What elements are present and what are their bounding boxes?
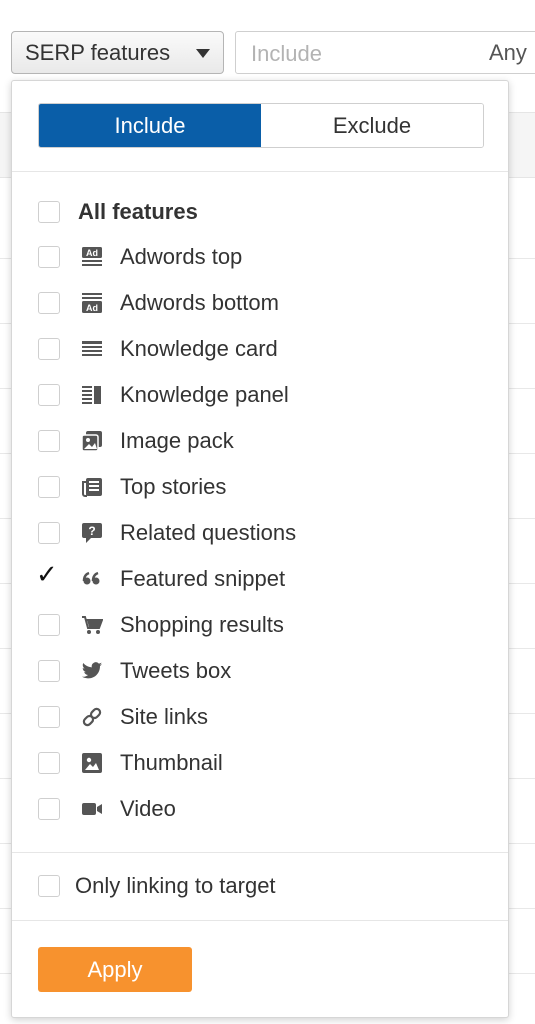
feature-label: Top stories (120, 474, 227, 499)
feature-label: Image pack (120, 428, 234, 453)
feature-option-adwords-top[interactable]: Ad Adwords top (38, 237, 242, 277)
feature-checkbox[interactable] (38, 338, 60, 360)
all-features-option[interactable]: All features (38, 192, 198, 232)
feature-checkbox[interactable] (38, 292, 60, 314)
knowledge-panel-icon (79, 382, 105, 408)
feature-option-thumbnail[interactable]: Thumbnail (38, 743, 223, 783)
feature-checkbox[interactable] (38, 476, 60, 498)
feature-checkbox[interactable] (38, 246, 60, 268)
include-exclude-toggle: Include Exclude (38, 103, 484, 148)
ad-bottom-icon: Ad (79, 290, 105, 316)
feature-checkbox[interactable] (38, 522, 60, 544)
feature-option-knowledge-panel[interactable]: Knowledge panel (38, 375, 289, 415)
video-camera-icon (79, 796, 105, 822)
serp-features-label: SERP features (25, 39, 171, 65)
serp-features-dropdown-button[interactable]: SERP features (11, 31, 224, 74)
quote-icon (79, 566, 105, 592)
feature-label: Thumbnail (120, 750, 223, 775)
question-bubble-icon: ? (79, 520, 105, 546)
svg-text:Ad: Ad (86, 303, 98, 313)
svg-text:Ad: Ad (86, 248, 98, 258)
feature-option-site-links[interactable]: Site links (38, 697, 208, 737)
feature-checkbox[interactable] (38, 706, 60, 728)
feature-label: Video (120, 796, 176, 821)
twitter-bird-icon (79, 658, 105, 684)
image-pack-icon (79, 428, 105, 454)
feature-label: Related questions (120, 520, 297, 545)
checkmark-icon: ✓ (36, 560, 58, 590)
feature-checkbox[interactable] (38, 614, 60, 636)
ad-top-icon: Ad (79, 244, 105, 270)
newspaper-icon (79, 474, 105, 500)
feature-label: Tweets box (120, 658, 232, 683)
link-icon (79, 704, 105, 730)
feature-label: Knowledge panel (120, 382, 289, 407)
feature-option-tweets-box[interactable]: Tweets box (38, 651, 231, 691)
feature-option-image-pack[interactable]: Image pack (38, 421, 234, 461)
feature-label: Featured snippet (120, 566, 286, 591)
feature-label: Shopping results (120, 612, 284, 637)
only-linking-option[interactable]: Only linking to target (38, 866, 276, 906)
feature-label: Knowledge card (120, 336, 278, 361)
feature-option-shopping-results[interactable]: Shopping results (38, 605, 284, 645)
feature-option-knowledge-card[interactable]: Knowledge card (38, 329, 278, 369)
divider (12, 171, 508, 172)
any-select-label[interactable]: Any (489, 40, 527, 66)
apply-button[interactable]: Apply (38, 947, 192, 992)
include-toggle-button[interactable]: Include (39, 104, 261, 147)
feature-checkbox[interactable] (38, 430, 60, 452)
feature-option-related-questions[interactable]: ? Related questions (38, 513, 296, 553)
knowledge-card-icon (79, 336, 105, 362)
feature-checkbox[interactable] (38, 798, 60, 820)
only-linking-label: Only linking to target (75, 873, 276, 898)
feature-option-top-stories[interactable]: Top stories (38, 467, 226, 507)
feature-label: Adwords top (120, 244, 243, 269)
feature-label: Site links (120, 704, 209, 729)
caret-down-icon (196, 49, 210, 58)
feature-checkbox[interactable] (38, 384, 60, 406)
feature-checkbox[interactable] (38, 752, 60, 774)
feature-checkbox[interactable] (38, 660, 60, 682)
feature-label: Adwords bottom (120, 290, 279, 315)
thumbnail-icon (79, 750, 105, 776)
all-features-label: All features (78, 199, 198, 224)
divider (12, 920, 508, 921)
feature-option-video[interactable]: Video (38, 789, 176, 829)
all-features-checkbox[interactable] (38, 201, 60, 223)
cart-icon (79, 612, 105, 638)
svg-text:?: ? (88, 524, 95, 538)
feature-option-adwords-bottom[interactable]: Ad Adwords bottom (38, 283, 279, 323)
only-linking-checkbox[interactable] (38, 875, 60, 897)
feature-option-featured-snippet[interactable]: ✓ Featured snippet (36, 559, 286, 599)
feature-checkbox-checked[interactable]: ✓ (36, 562, 60, 590)
include-input[interactable] (236, 32, 473, 75)
divider (12, 852, 508, 853)
exclude-toggle-button[interactable]: Exclude (261, 104, 483, 147)
serp-features-dropdown: Include Exclude All features Ad Adwords … (11, 80, 509, 1018)
